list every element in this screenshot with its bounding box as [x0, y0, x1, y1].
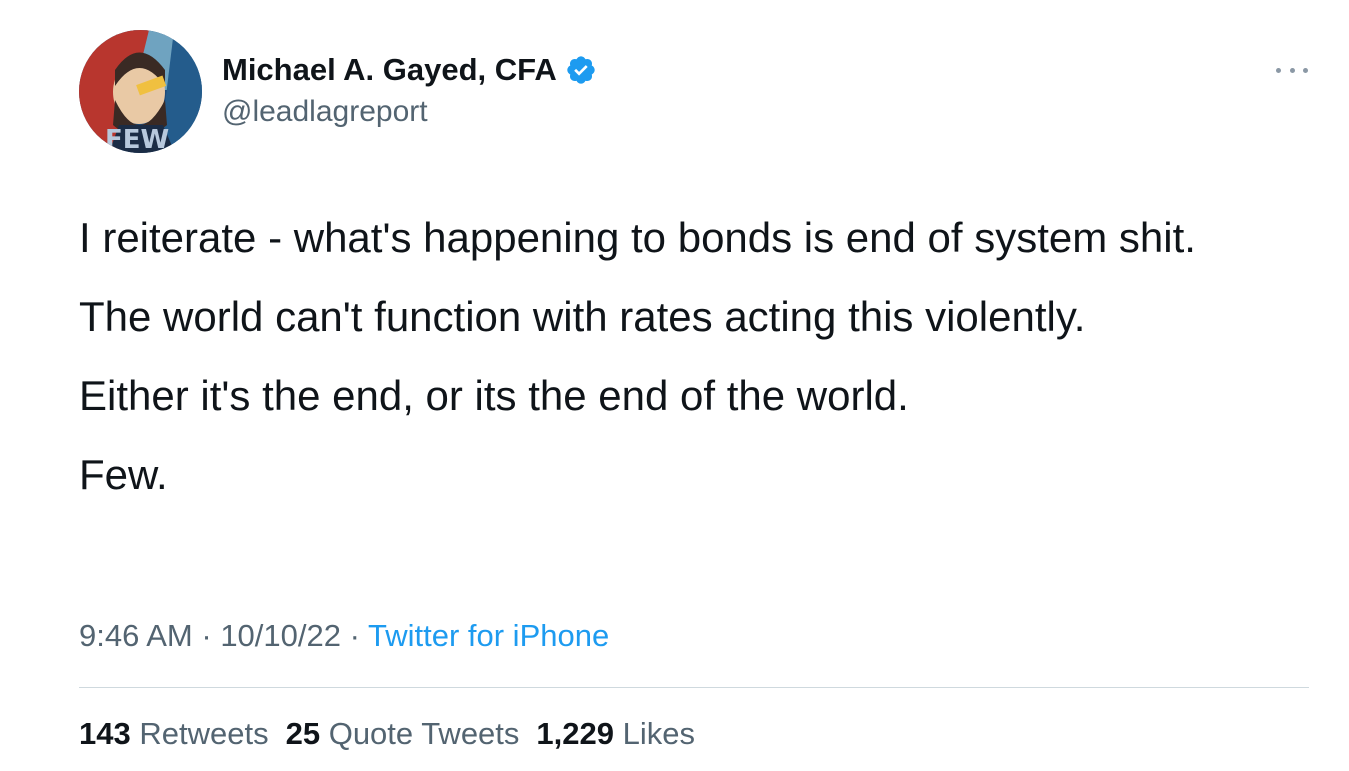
tweet-paragraph: Either it's the end, or its the end of t…: [79, 372, 909, 419]
avatar[interactable]: FEW: [79, 30, 202, 153]
tweet-metadata: 9:46 AM · 10/10/22 · Twitter for iPhone: [79, 616, 609, 656]
tweet-date[interactable]: 10/10/22: [220, 618, 341, 653]
separator: ·: [192, 618, 221, 653]
likes-count: 1,229: [536, 716, 614, 751]
user-handle[interactable]: @leadlagreport: [222, 95, 428, 129]
display-name[interactable]: Michael A. Gayed, CFA: [222, 52, 597, 88]
more-dot: [1303, 67, 1308, 73]
likes-stat[interactable]: 1,229 Likes: [536, 714, 695, 754]
separator: ·: [340, 618, 368, 653]
avatar-image: FEW: [79, 30, 202, 153]
more-dot: [1276, 67, 1281, 73]
verified-badge-icon: [567, 56, 595, 84]
tweet-source-link[interactable]: Twitter for iPhone: [368, 618, 609, 653]
display-name-text: Michael A. Gayed, CFA: [222, 52, 557, 87]
tweet-paragraph: I reiterate - what's happening to bonds …: [79, 214, 1196, 261]
quote-tweets-stat[interactable]: 25 Quote Tweets: [286, 714, 520, 754]
tweet-card: FEW Michael A. Gayed, CFA @leadlagreport…: [0, 0, 1349, 771]
divider: [79, 687, 1309, 688]
more-options-icon[interactable]: [1276, 60, 1308, 80]
retweets-count: 143: [79, 716, 131, 751]
tweet-stats: 143 Retweets 25 Quote Tweets 1,229 Likes: [79, 714, 712, 754]
quote-tweets-label: Quote Tweets: [328, 716, 520, 751]
retweets-stat[interactable]: 143 Retweets: [79, 714, 269, 754]
tweet-paragraph: The world can't function with rates acti…: [79, 293, 1086, 340]
tweet-time[interactable]: 9:46 AM: [79, 618, 193, 653]
tweet-paragraph: Few.: [79, 451, 168, 498]
more-dot: [1289, 67, 1295, 73]
svg-text:FEW: FEW: [105, 125, 169, 153]
tweet-text: I reiterate - what's happening to bonds …: [79, 208, 1279, 524]
quote-tweets-count: 25: [285, 716, 321, 751]
likes-label: Likes: [622, 716, 695, 751]
retweets-label: Retweets: [139, 716, 269, 751]
